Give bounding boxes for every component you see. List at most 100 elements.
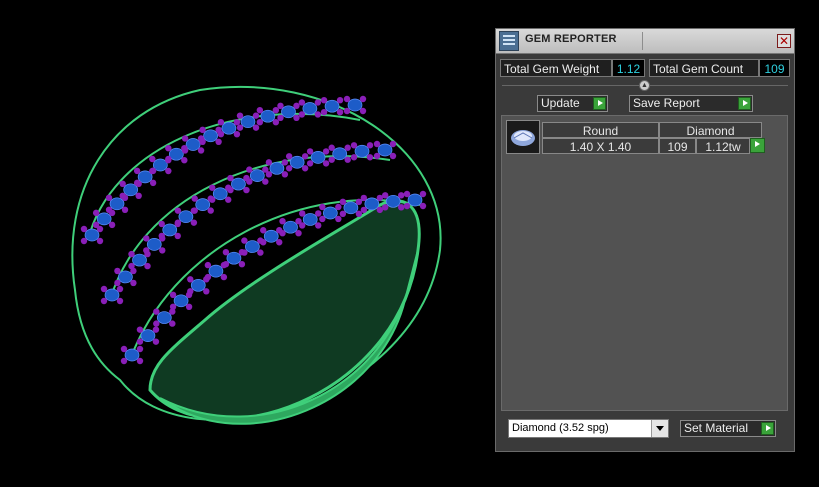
gem-prong (149, 167, 156, 175)
gem-stone[interactable] (377, 143, 393, 157)
gem-prong (322, 148, 330, 155)
gem-prong (298, 111, 306, 118)
gem-stone[interactable] (104, 288, 120, 302)
gem-prong (350, 142, 358, 149)
gem-stone[interactable] (226, 251, 242, 265)
gem-stone[interactable] (269, 161, 285, 175)
gem-stone[interactable] (212, 187, 228, 201)
set-material-button-label: Set Material (684, 421, 749, 435)
gem-prong (366, 142, 374, 149)
material-dropdown[interactable]: Diamond (3.52 spg) (508, 419, 669, 438)
row-select-arrow-icon[interactable] (750, 138, 765, 153)
gem-stone[interactable] (249, 169, 265, 182)
gem-stone[interactable] (84, 228, 100, 242)
gem-stone[interactable] (385, 194, 401, 208)
gem-prong (153, 320, 160, 327)
panel-title: GEM REPORTER (525, 33, 617, 45)
gem-prong (128, 262, 135, 270)
gem-prong (165, 145, 172, 152)
gem-prong (256, 107, 264, 114)
gem-stone[interactable] (302, 102, 318, 115)
gem-stone[interactable] (263, 229, 279, 243)
total-gem-count-label: Total Gem Count (649, 59, 759, 77)
chevron-down-icon[interactable] (651, 420, 668, 437)
gem-stone[interactable] (407, 193, 423, 207)
set-material-button[interactable]: Set Material (680, 420, 776, 437)
gem-stone[interactable] (132, 253, 147, 267)
gem-prong (80, 237, 88, 245)
gem-stone[interactable] (173, 294, 189, 308)
gem-stone[interactable] (283, 220, 298, 234)
gem-stone[interactable] (124, 348, 140, 362)
gem-stone[interactable] (231, 177, 246, 191)
save-report-button[interactable]: Save Report (629, 95, 753, 112)
panel-titlebar[interactable]: GEM REPORTER ✕ (496, 29, 794, 54)
gem-prong (343, 95, 351, 103)
gem-stone[interactable] (208, 264, 224, 278)
gem-prong (100, 285, 108, 293)
gem-stone[interactable] (245, 240, 260, 253)
gem-stone[interactable] (178, 210, 194, 224)
gem-prong (185, 303, 193, 310)
gem-prong (220, 273, 228, 281)
gem-prong (322, 160, 330, 167)
gem-prong (241, 249, 248, 256)
gem-stone[interactable] (347, 98, 363, 112)
gem-prong (299, 210, 306, 217)
gem-stone[interactable] (146, 238, 162, 251)
gem-stone[interactable] (195, 198, 211, 211)
gem-prong (119, 180, 126, 187)
gem-report-list: Round Diamond 1.40 X 1.40 109 1.12tw (501, 115, 788, 411)
gem-stone[interactable] (364, 197, 380, 211)
collapse-chevron-icon[interactable]: ▲ (639, 80, 650, 91)
gem-stone[interactable] (221, 121, 237, 135)
gem-prong (403, 202, 411, 210)
gem-stone[interactable] (203, 129, 218, 143)
gem-prong (215, 138, 222, 145)
gem-stone[interactable] (343, 201, 359, 215)
gem-stone[interactable] (322, 206, 338, 220)
total-gem-weight-label: Total Gem Weight (500, 59, 612, 77)
gem-prong (143, 235, 150, 242)
gem-stone[interactable] (260, 109, 276, 123)
gem-stone[interactable] (118, 270, 133, 284)
3d-viewport[interactable] (0, 0, 490, 482)
gem-prong (136, 357, 144, 365)
gem-stone[interactable] (332, 147, 348, 161)
save-report-button-label: Save Report (633, 96, 700, 110)
gem-prong (130, 279, 137, 287)
gem-prong (419, 202, 427, 210)
gem-stone[interactable] (240, 115, 256, 129)
round-diamond-icon[interactable] (506, 120, 540, 154)
gem-prong (100, 297, 108, 305)
close-icon[interactable]: ✕ (777, 34, 791, 48)
update-button[interactable]: Update (537, 95, 608, 112)
gem-stone[interactable] (156, 311, 172, 324)
gem-stone[interactable] (96, 212, 112, 226)
gem-prong (133, 179, 141, 187)
gem-stone[interactable] (354, 144, 370, 158)
title-separator (642, 32, 643, 50)
gem-prong (279, 230, 286, 237)
gem-stone[interactable] (162, 223, 178, 237)
gem-stone[interactable] (140, 329, 156, 342)
gem-prong (246, 178, 253, 185)
ring-model[interactable] (0, 0, 490, 482)
gem-stone[interactable] (324, 99, 340, 113)
gem-stone[interactable] (302, 213, 318, 226)
gem-stone[interactable] (185, 138, 201, 151)
gem-stone[interactable] (289, 155, 305, 169)
gem-prong (276, 239, 283, 246)
gem-prong (260, 227, 267, 234)
gem-stone[interactable] (109, 197, 125, 211)
gem-prong (199, 126, 206, 133)
gem-prong (159, 247, 166, 254)
gem-stone[interactable] (190, 278, 206, 292)
gem-prong (350, 154, 358, 161)
gem-prong (344, 156, 351, 163)
gem-prong (92, 209, 100, 217)
gem-stone[interactable] (310, 151, 326, 164)
total-gem-weight-value: 1.12 (612, 59, 645, 77)
gem-prong (419, 190, 427, 198)
gem-stone[interactable] (281, 105, 296, 119)
